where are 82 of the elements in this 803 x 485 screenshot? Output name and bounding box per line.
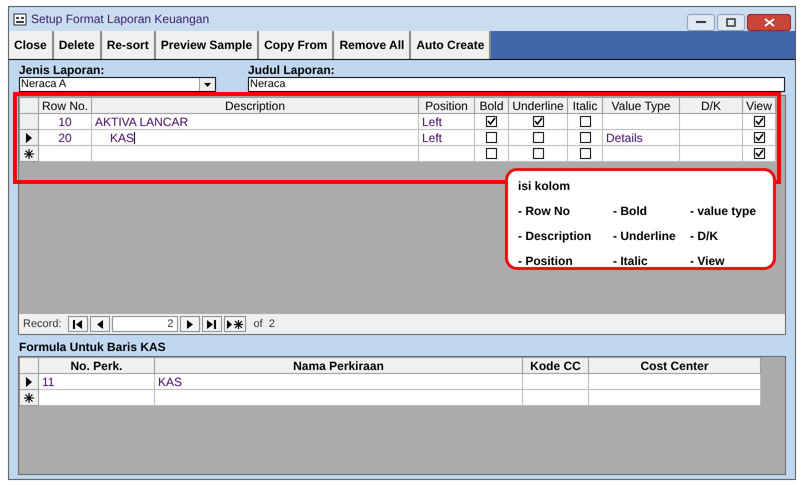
- toolbar-button[interactable]: Re-sort: [102, 31, 156, 59]
- checkbox[interactable]: [754, 148, 764, 159]
- table-cell: Left: [422, 130, 442, 144]
- table-cell: 10: [58, 114, 72, 128]
- report-title-field[interactable]: Neraca: [248, 77, 785, 92]
- header-corner: [20, 358, 38, 374]
- checkbox[interactable]: [532, 132, 544, 143]
- toolbar-button[interactable]: Auto Create: [411, 31, 492, 59]
- report-type-dropdown[interactable]: Neraca A: [19, 77, 216, 92]
- checkbox[interactable]: [532, 148, 544, 159]
- column-header[interactable]: View: [742, 98, 776, 114]
- checkbox[interactable]: [754, 116, 764, 127]
- last-icon: [207, 320, 216, 328]
- checkbox[interactable]: [580, 116, 590, 127]
- minimize-button[interactable]: [687, 14, 715, 30]
- table-cell: AKTIVA LANCAR: [95, 114, 188, 128]
- dropdown-arrow-icon: [204, 82, 211, 86]
- callout-item: - value type: [690, 203, 758, 220]
- callout-item: - View: [690, 253, 726, 270]
- column-header[interactable]: Value Type: [602, 98, 680, 114]
- toolbar-button[interactable]: Remove All: [334, 31, 412, 59]
- toolbar-button[interactable]: Preview Sample: [156, 31, 260, 59]
- checkbox[interactable]: [580, 132, 590, 143]
- table-cell: 11: [42, 374, 54, 388]
- close-icon: [764, 18, 774, 26]
- column-header[interactable]: Italic: [568, 98, 602, 114]
- checkbox[interactable]: [486, 132, 497, 143]
- column-header[interactable]: D/K: [680, 98, 742, 114]
- window-title: Setup Format Laporan Keuangan: [31, 11, 210, 28]
- record-count: of 2: [254, 316, 275, 332]
- column-header[interactable]: Nama Perkiraan: [154, 358, 522, 374]
- column-header[interactable]: Kode CC: [522, 358, 588, 374]
- table-cell-text: KAS: [109, 130, 134, 144]
- first-record-button[interactable]: [68, 316, 88, 332]
- close-window-button[interactable]: [747, 14, 791, 30]
- minimize-icon: [696, 20, 706, 24]
- previous-icon: [96, 320, 103, 328]
- field-label: Judul Laporan:: [248, 63, 336, 77]
- column-header[interactable]: Row No.: [38, 98, 92, 114]
- next-icon: [186, 320, 193, 328]
- row-selector[interactable]: [20, 374, 38, 390]
- restore-button[interactable]: [717, 14, 745, 30]
- form-icon: [13, 12, 27, 26]
- column-header[interactable]: Cost Center: [588, 358, 760, 374]
- callout-item: - Row No: [518, 203, 571, 220]
- new-record-button[interactable]: [224, 316, 246, 332]
- first-icon: [73, 320, 82, 328]
- column-header[interactable]: Underline: [508, 98, 568, 114]
- callout-item: - Description: [518, 228, 592, 245]
- callout-item: - Underline: [613, 228, 677, 245]
- last-record-button[interactable]: [202, 316, 222, 332]
- toolbar-button[interactable]: Delete: [54, 31, 102, 59]
- table-cell: 20: [58, 130, 72, 144]
- record-number-field[interactable]: 2: [112, 316, 178, 332]
- section-title: Formula Untuk Baris KAS: [19, 339, 167, 356]
- header-corner: [20, 98, 38, 114]
- checkbox[interactable]: [486, 148, 497, 159]
- callout-item: - Bold: [613, 203, 648, 220]
- table-cell: Left: [422, 114, 442, 128]
- table-cell: Details: [606, 130, 643, 144]
- previous-record-button[interactable]: [90, 316, 110, 332]
- checkbox[interactable]: [486, 116, 497, 127]
- callout-item: - Italic: [613, 253, 649, 270]
- column-header[interactable]: Description: [92, 98, 418, 114]
- restore-icon: [726, 18, 736, 26]
- toolbar-button[interactable]: Copy From: [259, 31, 334, 59]
- next-record-button[interactable]: [180, 316, 200, 332]
- column-header[interactable]: No. Perk.: [38, 358, 154, 374]
- record-label: Record:: [23, 316, 62, 332]
- callout-item: - D/K: [690, 228, 719, 245]
- column-header[interactable]: Bold: [474, 98, 508, 114]
- row-selector[interactable]: [20, 130, 38, 146]
- callout-title: isi kolom: [518, 178, 572, 195]
- new-record-icon: [226, 320, 243, 328]
- table-cell: KAS: [158, 374, 182, 388]
- field-label: Jenis Laporan:: [19, 63, 106, 77]
- column-header[interactable]: Position: [418, 98, 474, 114]
- checkbox[interactable]: [580, 148, 590, 159]
- checkbox[interactable]: [532, 116, 544, 127]
- toolbar-button[interactable]: Close: [9, 31, 54, 59]
- checkbox[interactable]: [754, 132, 764, 143]
- callout-item: - Position: [518, 253, 574, 270]
